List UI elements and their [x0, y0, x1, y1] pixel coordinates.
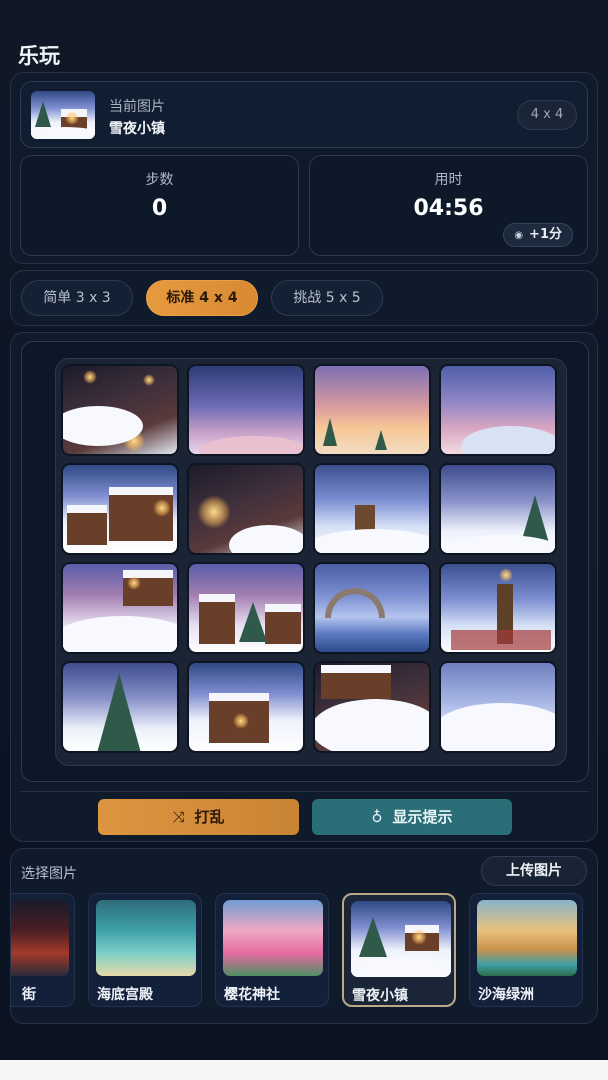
gallery-item-name: 樱花神社: [224, 987, 280, 1003]
puzzle-frame: [21, 341, 589, 782]
puzzle-tile[interactable]: [61, 364, 179, 456]
gallery-item-name: 海底宫殿: [97, 987, 153, 1003]
puzzle-panel: ⤨ 打乱 ♁ 显示提示: [10, 332, 598, 842]
gallery-item-name: 沙海绿洲: [478, 987, 534, 1003]
puzzle-tile[interactable]: [187, 661, 305, 753]
shuffle-icon: ⤨: [172, 808, 185, 826]
bonus-label: +1分: [529, 227, 562, 242]
current-image-thumbnail: [31, 91, 95, 139]
hint-label: 显示提示: [392, 808, 453, 826]
current-image-card: 当前图片 雪夜小镇 4 x 4: [20, 81, 588, 148]
time-label: 用时: [434, 172, 463, 188]
shuffle-label: 打乱: [194, 808, 225, 826]
puzzle-tile[interactable]: [439, 661, 557, 753]
bottom-bar: [0, 1060, 608, 1080]
puzzle-tile[interactable]: [187, 463, 305, 555]
difficulty-easy-button[interactable]: 简单 3 x 3: [21, 280, 133, 316]
gallery-thumbnail: [11, 900, 69, 976]
gallery-item-name: 街: [22, 987, 36, 1003]
difficulty-standard-button[interactable]: 标准 4 x 4: [146, 280, 258, 316]
lightbulb-icon: ♁: [371, 808, 383, 826]
divider: [21, 791, 589, 792]
puzzle-tile[interactable]: [439, 562, 557, 654]
puzzle-tile[interactable]: [313, 562, 431, 654]
puzzle-tile[interactable]: [313, 364, 431, 456]
app-title: 乐玩: [18, 44, 60, 68]
bonus-chip[interactable]: ◉ +1分: [503, 223, 573, 247]
steps-label: 步数: [145, 172, 174, 188]
gallery-item-desert-oasis[interactable]: 沙海绿洲: [469, 893, 583, 1007]
puzzle-tile[interactable]: [313, 661, 431, 753]
time-value: 04:56: [413, 196, 484, 221]
difficulty-bar: 简单 3 x 3 标准 4 x 4 挑战 5 x 5: [10, 270, 598, 326]
gallery-title: 选择图片: [21, 866, 77, 882]
gallery-item-snowy-town[interactable]: 雪夜小镇: [342, 893, 456, 1007]
gallery-thumbnail: [96, 900, 196, 976]
puzzle-tile[interactable]: [187, 562, 305, 654]
eye-icon: ◉: [514, 230, 524, 241]
grid-size-badge: 4 x 4: [517, 100, 577, 130]
puzzle-tile[interactable]: [61, 463, 179, 555]
gallery-item-sakura-shrine[interactable]: 樱花神社: [215, 893, 329, 1007]
gallery-item-undersea-palace[interactable]: 海底宫殿: [88, 893, 202, 1007]
gallery-thumbnail: [477, 900, 577, 976]
upload-image-button[interactable]: 上传图片: [481, 856, 587, 886]
gallery-thumbnail: [223, 900, 323, 976]
gallery-item-name: 雪夜小镇: [352, 988, 408, 1004]
puzzle-tile[interactable]: [61, 661, 179, 753]
puzzle-tile[interactable]: [313, 463, 431, 555]
puzzle-tile[interactable]: [439, 463, 557, 555]
time-card: 用时 04:56 ◉ +1分: [309, 155, 588, 256]
puzzle-tile[interactable]: [187, 364, 305, 456]
gallery-thumbnail: [351, 901, 451, 977]
current-image-name: 雪夜小镇: [109, 121, 165, 137]
shuffle-button[interactable]: ⤨ 打乱: [98, 799, 299, 835]
puzzle-tile[interactable]: [439, 364, 557, 456]
steps-card: 步数 0: [20, 155, 299, 256]
steps-value: 0: [151, 196, 168, 221]
image-gallery: 选择图片 上传图片 街 海底宫殿 樱花神社 雪夜小镇 沙海绿洲: [10, 848, 598, 1024]
difficulty-challenge-button[interactable]: 挑战 5 x 5: [271, 280, 383, 316]
puzzle-board: [55, 358, 567, 766]
puzzle-tile[interactable]: [61, 562, 179, 654]
show-hint-button[interactable]: ♁ 显示提示: [312, 799, 512, 835]
gallery-item-old-street[interactable]: 街: [11, 893, 75, 1007]
current-image-label: 当前图片: [109, 99, 165, 115]
